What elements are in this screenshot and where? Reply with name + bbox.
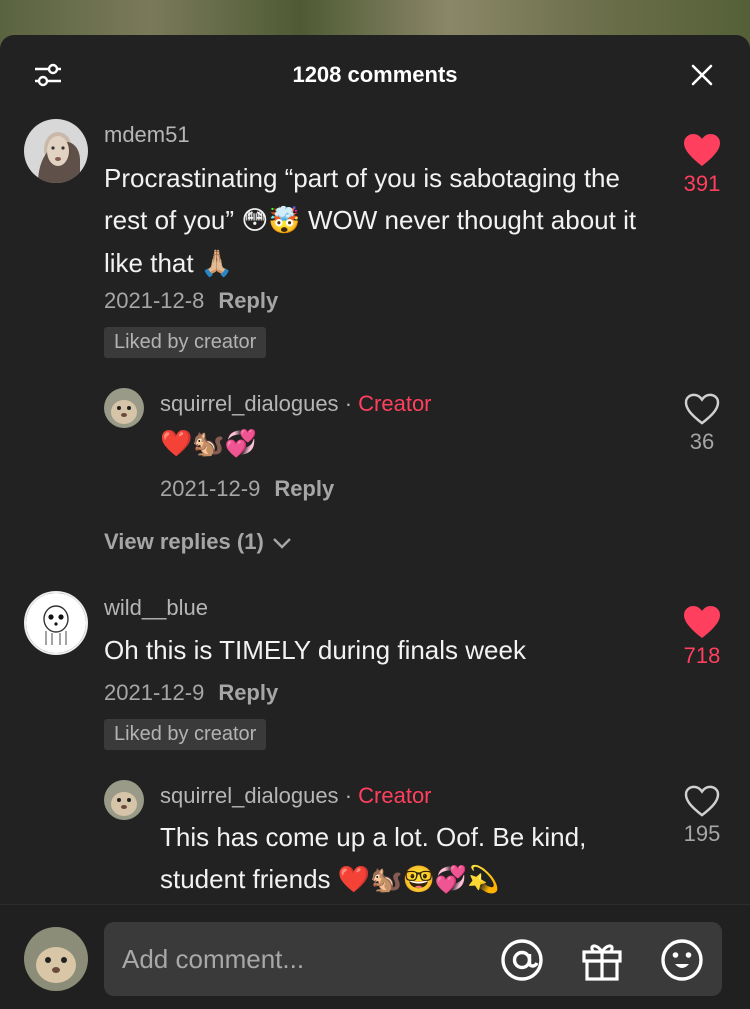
reply-username[interactable]: squirrel_dialogues · Creator — [160, 783, 432, 809]
comment-meta: 2021-12-9 Reply — [104, 680, 278, 706]
reply-username[interactable]: squirrel_dialogues · Creator — [160, 391, 432, 417]
heart-filled-icon — [684, 606, 720, 638]
reply-text: ❤️🐿️💞 — [160, 429, 258, 459]
creator-separator: · — [344, 391, 353, 416]
comment-meta: 2021-12-8 Reply — [104, 288, 278, 314]
creator-separator: · — [344, 783, 353, 808]
comment-text: Procrastinating “part of you is sabotagi… — [104, 157, 664, 285]
like-count: 195 — [683, 821, 721, 846]
add-comment-input[interactable] — [122, 922, 482, 996]
comment-emoji: 🙏🏼 — [200, 249, 234, 279]
gift-icon[interactable] — [580, 938, 624, 982]
like-button[interactable]: 36 — [672, 393, 732, 455]
comment-input-box — [104, 922, 722, 996]
comment-username[interactable]: mdem51 — [104, 122, 190, 148]
comments-header: 1208 comments — [0, 35, 750, 115]
comments-count-title: 1208 comments — [292, 62, 458, 87]
reply-username-text: squirrel_dialogues — [160, 783, 339, 808]
comment-date: 2021-12-9 — [104, 680, 205, 705]
like-count: 36 — [689, 429, 715, 454]
view-replies-label: View replies (1) — [104, 529, 264, 554]
like-count: 718 — [683, 643, 721, 668]
reply-button[interactable]: Reply — [274, 476, 334, 501]
heart-outline-icon — [684, 393, 720, 425]
heart-filled-icon — [684, 134, 720, 166]
avatar[interactable] — [104, 780, 144, 820]
reply-emoji: ❤️🐿️🤓💞💫 — [337, 865, 500, 895]
avatar[interactable] — [24, 591, 88, 655]
chevron-down-icon — [273, 538, 291, 549]
reply-text-continued: student friends — [160, 864, 331, 894]
like-button[interactable]: 718 — [672, 605, 732, 669]
liked-by-creator-badge: Liked by creator — [104, 719, 267, 750]
like-button[interactable]: 391 — [672, 133, 732, 197]
reply-text-line: This has come up a lot. Oof. Be kind, — [160, 822, 587, 852]
reply-text-line: student friends ❤️🐿️🤓💞💫 — [160, 858, 660, 901]
avatar[interactable] — [104, 388, 144, 428]
reply-button[interactable]: Reply — [218, 680, 278, 705]
like-button[interactable]: 195 — [672, 785, 732, 847]
comment-emoji: 😳🤯 — [241, 206, 301, 236]
reply-date: 2021-12-9 — [160, 476, 261, 501]
comment-composer-bar — [0, 904, 750, 1009]
liked-by-creator-badge: Liked by creator — [104, 327, 267, 358]
reply-meta: 2021-12-9 Reply — [160, 476, 334, 502]
heart-outline-icon — [684, 785, 720, 817]
reply-text: This has come up a lot. Oof. Be kind, st… — [160, 816, 660, 901]
comments-sheet: 1208 comments mdem51 Procrastinating “pa… — [0, 35, 750, 1009]
emoji-face-icon[interactable] — [660, 938, 704, 982]
comment-date: 2021-12-8 — [104, 288, 205, 313]
reply-username-text: squirrel_dialogues — [160, 391, 339, 416]
comment-text: Oh this is TIMELY during finals week — [104, 635, 526, 665]
avatar[interactable] — [24, 927, 88, 991]
close-icon[interactable] — [690, 63, 714, 87]
reply-button[interactable]: Reply — [218, 288, 278, 313]
view-replies-button[interactable]: View replies (1) — [104, 529, 292, 555]
like-count: 391 — [683, 171, 721, 196]
creator-label: Creator — [358, 391, 432, 416]
creator-label: Creator — [358, 783, 432, 808]
at-mention-icon[interactable] — [500, 938, 544, 982]
avatar[interactable] — [24, 119, 88, 183]
comment-username[interactable]: wild__blue — [104, 595, 208, 621]
